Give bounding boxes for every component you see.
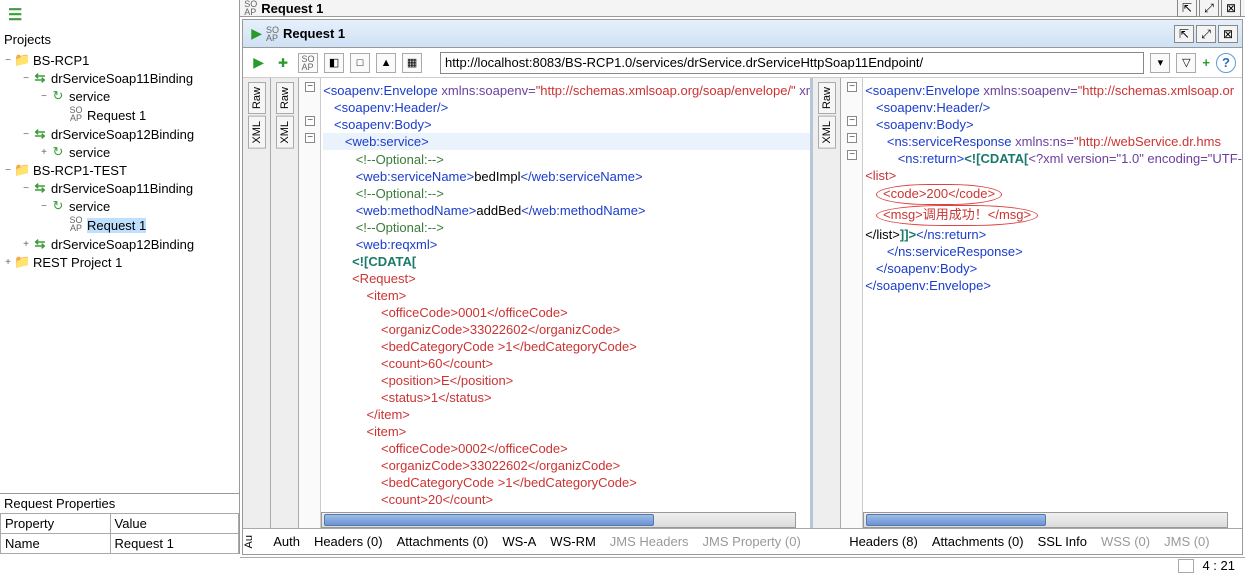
raw-tab[interactable]: Raw (248, 82, 266, 114)
soap-icon: SOAP (266, 26, 279, 42)
fold-icon[interactable]: − (847, 116, 857, 126)
fold-icon[interactable]: − (847, 133, 857, 143)
bottom-tab[interactable]: JMS (0) (1164, 534, 1210, 549)
bottom-tab[interactable]: Auth (273, 534, 300, 549)
prop-name: Name (1, 534, 111, 554)
outer-tab-title[interactable]: Request 1 (261, 1, 323, 16)
tree-node[interactable]: −↻service (2, 87, 237, 105)
raw-tab[interactable]: Raw (276, 82, 294, 114)
editor-split: Raw XML Raw XML − − − <soapenv:Envelope … (243, 78, 1242, 528)
bottom-tab[interactable]: Attachments (0) (397, 534, 489, 549)
close-button[interactable]: ⊠ (1221, 0, 1241, 17)
response-pane: Raw XML − − − − <soapenv:Envelope xmlns:… (813, 78, 1242, 528)
bottom-tab[interactable]: WS-RM (550, 534, 596, 549)
request-toolbar: ▶ ✚ SOAP ◧ □ ▲ ▦ ▾ ▽ + ? (243, 48, 1242, 78)
cursor-position: 4 : 21 (1202, 558, 1235, 573)
bottom-tab[interactable]: WS-A (502, 534, 536, 549)
status-bar: 4 : 21 (240, 557, 1245, 573)
request-pane: Raw XML Raw XML − − − <soapenv:Envelope … (243, 78, 813, 528)
bottom-tab[interactable]: JMS Headers (610, 534, 689, 549)
request-xml-editor[interactable]: − − − <soapenv:Envelope xmlns:soapenv="h… (299, 78, 810, 528)
col-property: Property (1, 514, 111, 534)
tree-node[interactable]: −⇆drServiceSoap12Binding (2, 125, 237, 143)
tool-clone[interactable]: ◧ (324, 53, 344, 73)
minimize-button[interactable]: ⇱ (1174, 25, 1194, 43)
bottom-tab[interactable]: Headers (0) (314, 534, 383, 549)
add-button[interactable]: ✚ (278, 56, 288, 70)
play-icon[interactable]: ▶ (251, 25, 262, 42)
tree-node[interactable]: +⇆drServiceSoap12Binding (2, 235, 237, 253)
request-properties-panel: Request Properties PropertyValue NameReq… (0, 493, 239, 554)
projects-title: Projects (0, 30, 239, 49)
inner-tab-title[interactable]: Request 1 (283, 26, 345, 41)
main-area: SOAP Request 1 ⇱ ⤢ ⊠ ▶ SOAP Request 1 ⇱ … (240, 0, 1245, 554)
help-button[interactable]: ? (1216, 53, 1236, 73)
tree-node[interactable]: +📁REST Project 1 (2, 253, 237, 271)
au-tab[interactable]: Au (243, 535, 267, 548)
request-vert-tabs-inner: Raw XML (271, 78, 299, 528)
fold-icon[interactable]: − (305, 82, 315, 92)
properties-table: PropertyValue NameRequest 1 (0, 513, 239, 554)
tree-node[interactable]: −⇆drServiceSoap11Binding (2, 69, 237, 87)
minimize-button[interactable]: ⇱ (1177, 0, 1197, 17)
request-vert-tabs-outer: Raw XML (243, 78, 271, 528)
soap-icon: SOAP (244, 0, 257, 16)
bottom-left-tabs: Auth Headers (0) Attachments (0) WS-A WS-RM J… (273, 534, 815, 549)
response-xml-viewer[interactable]: − − − − <soapenv:Envelope xmlns:soapenv=… (841, 78, 1242, 528)
bottom-tab[interactable]: JMS Property (0) (703, 534, 801, 549)
bottom-tab[interactable]: SSL Info (1038, 534, 1087, 549)
add-endpoint-button[interactable]: + (1202, 55, 1210, 70)
inner-tab-strip: ▶ SOAP Request 1 ⇱ ⤢ ⊠ (243, 20, 1242, 48)
gutter: − − − − (841, 78, 863, 528)
col-value: Value (110, 514, 239, 534)
raw-tab[interactable]: Raw (818, 82, 836, 114)
tree-node[interactable]: SOAPRequest 1 (2, 215, 237, 235)
tool-user[interactable]: ▲ (376, 53, 396, 73)
xml-tab[interactable]: XML (276, 116, 294, 149)
bottom-tab[interactable]: Headers (8) (849, 534, 918, 549)
filter-button[interactable]: ▽ (1176, 53, 1196, 73)
bottom-tab[interactable]: WSS (0) (1101, 534, 1150, 549)
maximize-button[interactable]: ⤢ (1196, 25, 1216, 43)
outer-tab-strip: SOAP Request 1 ⇱ ⤢ ⊠ (240, 0, 1245, 17)
response-vert-tabs: Raw XML (813, 78, 841, 528)
url-dropdown-button[interactable]: ▾ (1150, 53, 1170, 73)
tree-node[interactable]: −📁BS-RCP1 (2, 51, 237, 69)
tree-node[interactable]: −↻service (2, 197, 237, 215)
request-editor-window: ▶ SOAP Request 1 ⇱ ⤢ ⊠ ▶ ✚ SOAP ◧ □ ▲ ▦ … (242, 19, 1243, 555)
tree-node[interactable]: SOAPRequest 1 (2, 105, 237, 125)
fold-icon[interactable]: − (847, 150, 857, 160)
hscrollbar[interactable] (863, 512, 1228, 528)
fold-icon[interactable]: − (847, 82, 857, 92)
close-button[interactable]: ⊠ (1218, 25, 1238, 43)
bottom-right-tabs: Headers (8) Attachments (0) SSL Info WSS (0… (849, 534, 1223, 549)
request-properties-title: Request Properties (0, 494, 239, 513)
sidebar-panel: ☰ Projects −📁BS-RCP1−⇆drServiceSoap11Bin… (0, 0, 240, 554)
request-bottom-tabs: Au Auth Headers (0) Attachments (0) WS-A WS-… (243, 528, 839, 554)
submit-button[interactable]: ▶ (253, 54, 264, 71)
tool-soap[interactable]: SOAP (298, 53, 318, 73)
bottom-tabs-area: Au Auth Headers (0) Attachments (0) WS-A WS-… (243, 528, 1242, 554)
tree-node[interactable]: −⇆drServiceSoap11Binding (2, 179, 237, 197)
hscrollbar[interactable] (321, 512, 796, 528)
bottom-tab[interactable]: Attachments (0) (932, 534, 1024, 549)
prop-value: Request 1 (110, 534, 239, 554)
response-bottom-tabs: Headers (8) Attachments (0) SSL Info WSS (0… (839, 528, 1242, 554)
maximize-button[interactable]: ⤢ (1199, 0, 1219, 17)
tree-node[interactable]: +↻service (2, 143, 237, 161)
project-tree[interactable]: −📁BS-RCP1−⇆drServiceSoap11Binding−↻servi… (0, 49, 239, 493)
tool-box[interactable]: □ (350, 53, 370, 73)
xml-tab[interactable]: XML (818, 116, 836, 149)
xml-tab[interactable]: XML (248, 116, 266, 149)
fold-icon[interactable]: − (305, 116, 315, 126)
menu-icon[interactable]: ☰ (0, 0, 239, 30)
endpoint-url-input[interactable] (440, 52, 1144, 74)
gutter: − − − (299, 78, 321, 528)
tool-grid[interactable]: ▦ (402, 53, 422, 73)
status-box (1178, 559, 1194, 573)
fold-icon[interactable]: − (305, 133, 315, 143)
tree-node[interactable]: −📁BS-RCP1-TEST (2, 161, 237, 179)
